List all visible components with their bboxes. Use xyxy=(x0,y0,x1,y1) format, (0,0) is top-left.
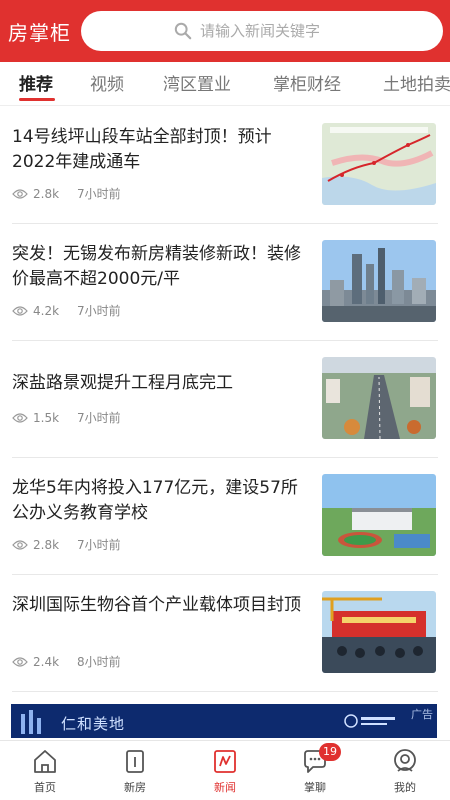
news-title[interactable]: 龙华5年内将投入177亿元，建设57所公办义务教育学校 xyxy=(12,476,308,526)
view-count: 2.8k xyxy=(33,537,60,552)
eye-icon xyxy=(12,656,28,667)
ad-partner-logo xyxy=(344,714,395,728)
ad-banner[interactable]: 仁和美地 广告 xyxy=(11,704,437,738)
city-skyline-thumbnail[interactable] xyxy=(322,240,436,322)
nav-chat[interactable]: 19 掌聊 xyxy=(270,741,360,800)
news-item[interactable]: 14号线坪山段车站全部封顶！预计2022年建成通车 2.8k 7小时前 xyxy=(12,107,438,224)
school-aerial-thumbnail[interactable] xyxy=(322,474,436,556)
news-title[interactable]: 深圳国际生物谷首个产业载体项目封顶 xyxy=(12,593,308,618)
nav-label: 首页 xyxy=(34,781,56,794)
ceremony-thumbnail[interactable] xyxy=(322,591,436,673)
news-meta: 1.5k 7小时前 xyxy=(12,409,121,426)
unread-badge: 19 xyxy=(319,743,341,761)
nav-profile[interactable]: 我的 xyxy=(360,741,450,800)
view-count: 1.5k xyxy=(33,410,60,425)
view-count: 4.2k xyxy=(33,303,60,318)
news-title[interactable]: 深盐路景观提升工程月底完工 xyxy=(12,371,308,396)
ad-brand-logo xyxy=(21,710,41,734)
category-tabs: 推荐 视频 湾区置业 掌柜财经 土地拍卖 xyxy=(0,62,450,106)
nav-label: 掌聊 xyxy=(304,781,326,794)
ad-label: 广告 xyxy=(411,708,433,721)
tab-land-auction[interactable]: 土地拍卖 xyxy=(383,70,450,95)
news-meta: 4.2k 7小时前 xyxy=(12,302,121,319)
publish-time: 7小时前 xyxy=(77,187,121,201)
profile-icon xyxy=(394,749,416,772)
nav-label: 新闻 xyxy=(214,781,236,794)
nav-news[interactable]: 新闻 xyxy=(180,741,270,800)
news-meta: 2.8k 7小时前 xyxy=(12,536,121,553)
news-icon xyxy=(214,750,236,773)
news-title[interactable]: 14号线坪山段车站全部封顶！预计2022年建成通车 xyxy=(12,125,308,175)
app-title: 房掌柜 xyxy=(8,20,71,45)
road-aerial-thumbnail[interactable] xyxy=(322,357,436,439)
search-icon xyxy=(174,22,192,40)
eye-icon xyxy=(12,539,28,550)
home-icon xyxy=(34,750,56,773)
building-icon xyxy=(126,750,144,773)
search-bar[interactable] xyxy=(81,11,443,51)
app-header: 房掌柜 xyxy=(0,0,450,62)
map-thumbnail[interactable] xyxy=(322,123,436,205)
nav-label: 新房 xyxy=(124,781,146,794)
ad-brand-name: 仁和美地 xyxy=(61,715,126,733)
news-item[interactable]: 突发！无锡发布新房精装修新政！装修价最高不超2000元/平 4.2k 7小时前 xyxy=(12,224,438,341)
news-item[interactable]: 龙华5年内将投入177亿元，建设57所公办义务教育学校 2.8k 7小时前 xyxy=(12,458,438,575)
active-tab-indicator xyxy=(19,98,55,101)
publish-time: 7小时前 xyxy=(77,304,121,318)
news-item[interactable]: 深盐路景观提升工程月底完工 1.5k 7小时前 xyxy=(12,341,438,458)
news-title[interactable]: 突发！无锡发布新房精装修新政！装修价最高不超2000元/平 xyxy=(12,242,308,292)
eye-icon xyxy=(12,412,28,423)
nav-label: 我的 xyxy=(394,781,416,794)
search-input[interactable] xyxy=(200,22,350,40)
nav-new-homes[interactable]: 新房 xyxy=(90,741,180,800)
view-count: 2.4k xyxy=(33,654,60,669)
eye-icon xyxy=(12,305,28,316)
tab-bay-area[interactable]: 湾区置业 xyxy=(163,70,231,95)
tab-finance[interactable]: 掌柜财经 xyxy=(273,70,341,95)
bottom-nav: 首页 新房 新闻 19 掌聊 我的 xyxy=(0,740,450,800)
view-count: 2.8k xyxy=(33,186,60,201)
nav-home[interactable]: 首页 xyxy=(0,741,90,800)
news-meta: 2.4k 8小时前 xyxy=(12,653,121,670)
news-item[interactable]: 深圳国际生物谷首个产业载体项目封顶 2.4k 8小时前 xyxy=(12,575,438,692)
publish-time: 7小时前 xyxy=(77,411,121,425)
news-meta: 2.8k 7小时前 xyxy=(12,185,121,202)
tab-video[interactable]: 视频 xyxy=(90,70,124,95)
tab-recommend[interactable]: 推荐 xyxy=(19,70,53,95)
publish-time: 8小时前 xyxy=(77,655,121,669)
eye-icon xyxy=(12,188,28,199)
publish-time: 7小时前 xyxy=(77,538,121,552)
